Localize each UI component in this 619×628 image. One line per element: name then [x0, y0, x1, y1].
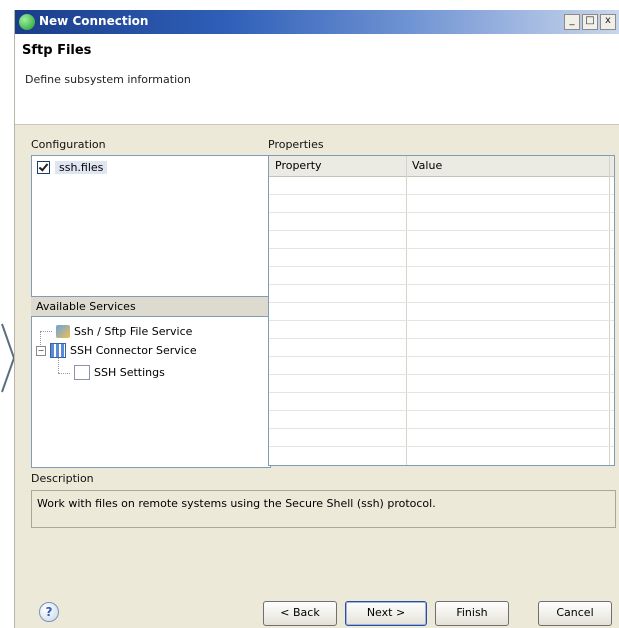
table-row — [269, 356, 614, 357]
table-row — [269, 338, 614, 339]
table-row — [269, 428, 614, 429]
table-row — [269, 248, 614, 249]
properties-table-header: Property Value — [269, 156, 614, 177]
sftp-service-icon — [56, 325, 70, 338]
description-label: Description — [31, 472, 94, 485]
configuration-list[interactable]: ssh.files — [31, 155, 271, 297]
app-icon — [19, 14, 35, 30]
tree-connector — [58, 373, 70, 374]
tree-item-sftp-service[interactable]: Ssh / Sftp File Service — [56, 325, 192, 338]
configuration-checkbox[interactable] — [37, 161, 50, 174]
cancel-button[interactable]: Cancel — [538, 601, 612, 626]
services-tree[interactable]: Ssh / Sftp File Service − SSH Connector … — [31, 316, 271, 468]
table-row — [269, 302, 614, 303]
connector-service-icon — [50, 343, 66, 358]
table-row — [269, 212, 614, 213]
table-row — [269, 266, 614, 267]
description-box: Work with files on remote systems using … — [31, 490, 616, 528]
column-header-property[interactable]: Property — [275, 159, 322, 172]
tree-item-label: Ssh / Sftp File Service — [74, 325, 193, 338]
table-row — [269, 392, 614, 393]
table-row — [269, 374, 614, 375]
column-header-value[interactable]: Value — [412, 159, 442, 172]
available-services-label: Available Services — [36, 300, 136, 313]
tree-item-ssh-connector[interactable]: − SSH Connector Service — [36, 343, 197, 358]
table-row — [269, 446, 614, 447]
page-title: Sftp Files — [22, 43, 92, 58]
wizard-header: Sftp Files Define subsystem information — [15, 34, 619, 125]
available-services-header: Available Services — [31, 297, 269, 317]
next-button[interactable]: Next > — [345, 601, 427, 626]
configuration-label: Configuration — [31, 138, 106, 151]
properties-label: Properties — [268, 138, 324, 151]
help-icon[interactable]: ? — [39, 602, 59, 622]
configuration-item[interactable]: ssh.files — [37, 161, 108, 174]
table-row — [269, 284, 614, 285]
back-button[interactable]: < Back — [263, 601, 337, 626]
description-text: Work with files on remote systems using … — [37, 497, 436, 510]
column-separator — [406, 156, 407, 465]
title-bar[interactable]: New Connection _ □ x — [15, 10, 619, 34]
configuration-item-label: ssh.files — [55, 161, 108, 174]
window-title: New Connection — [39, 14, 149, 28]
settings-icon — [74, 365, 90, 380]
close-button[interactable]: x — [600, 14, 616, 30]
table-row — [269, 410, 614, 411]
new-connection-dialog: New Connection _ □ x Sftp Files Define s… — [14, 10, 619, 628]
properties-table[interactable]: Property Value — [268, 155, 615, 466]
tree-connector — [40, 331, 52, 332]
tree-item-label: SSH Settings — [94, 366, 165, 379]
column-separator — [609, 156, 610, 465]
collapse-icon[interactable]: − — [36, 345, 46, 356]
table-row — [269, 194, 614, 195]
table-row — [269, 230, 614, 231]
finish-button[interactable]: Finish — [435, 601, 509, 626]
tree-item-ssh-settings[interactable]: SSH Settings — [74, 365, 165, 380]
page-subtitle: Define subsystem information — [25, 73, 191, 86]
tree-item-label: SSH Connector Service — [70, 344, 197, 357]
window-controls: _ □ x — [564, 14, 616, 30]
table-row — [269, 320, 614, 321]
minimize-button[interactable]: _ — [564, 14, 580, 30]
maximize-button[interactable]: □ — [582, 14, 598, 30]
